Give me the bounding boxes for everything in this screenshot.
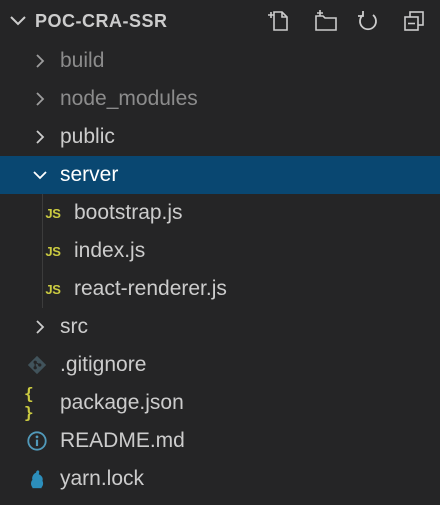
tree-item-label: react-renderer.js [74,277,227,300]
tree-item-label: .gitignore [60,353,147,376]
tree-item-readme[interactable]: README.md [0,422,440,460]
tree-item-label: bootstrap.js [74,201,183,224]
git-icon [24,353,50,377]
tree-item-label: node_modules [60,87,198,110]
chevron-right-icon[interactable] [30,89,50,109]
tree-item-label: package.json [60,391,184,414]
tree-item-label: build [60,49,105,72]
file-explorer: POC-CRA-SSR build node_modules public se… [0,0,440,505]
tree-item-src[interactable]: src [0,308,440,346]
chevron-right-icon[interactable] [30,51,50,71]
chevron-down-icon[interactable] [30,165,50,185]
chevron-right-icon[interactable] [30,317,50,337]
tree-item-label: README.md [60,429,185,452]
explorer-title: POC-CRA-SSR [35,11,168,31]
tree-item-package-json[interactable]: { } package.json [0,384,440,422]
tree-item-public[interactable]: public [0,118,440,156]
tree-item-index-js[interactable]: JS index.js [0,232,440,270]
tree-item-label: public [60,125,115,148]
json-file-icon: { } [24,384,35,422]
tree-item-label: server [60,163,119,186]
explorer-header[interactable]: POC-CRA-SSR [0,0,440,42]
collapse-all-icon[interactable] [400,7,428,35]
tree-item-label: index.js [74,239,146,262]
new-folder-icon[interactable] [312,7,340,35]
chevron-right-icon[interactable] [30,127,50,147]
tree-item-bootstrap-js[interactable]: JS bootstrap.js [0,194,440,232]
yarn-icon [24,467,50,491]
tree-item-node-modules[interactable]: node_modules [0,80,440,118]
tree-item-label: src [60,315,88,338]
tree-item-build[interactable]: build [0,42,440,80]
tree-item-react-renderer-js[interactable]: JS react-renderer.js [0,270,440,308]
new-file-icon[interactable] [266,7,294,35]
tree-item-yarn-lock[interactable]: yarn.lock [0,460,440,498]
tree-item-server[interactable]: server [0,156,440,194]
js-file-icon: JS [45,281,61,297]
tree-item-label: yarn.lock [60,467,145,490]
js-file-icon: JS [45,205,61,221]
chevron-down-icon[interactable] [8,12,28,30]
info-icon [24,429,50,453]
tree-item-gitignore[interactable]: .gitignore [0,346,440,384]
refresh-icon[interactable] [354,7,382,35]
js-file-icon: JS [45,243,61,259]
